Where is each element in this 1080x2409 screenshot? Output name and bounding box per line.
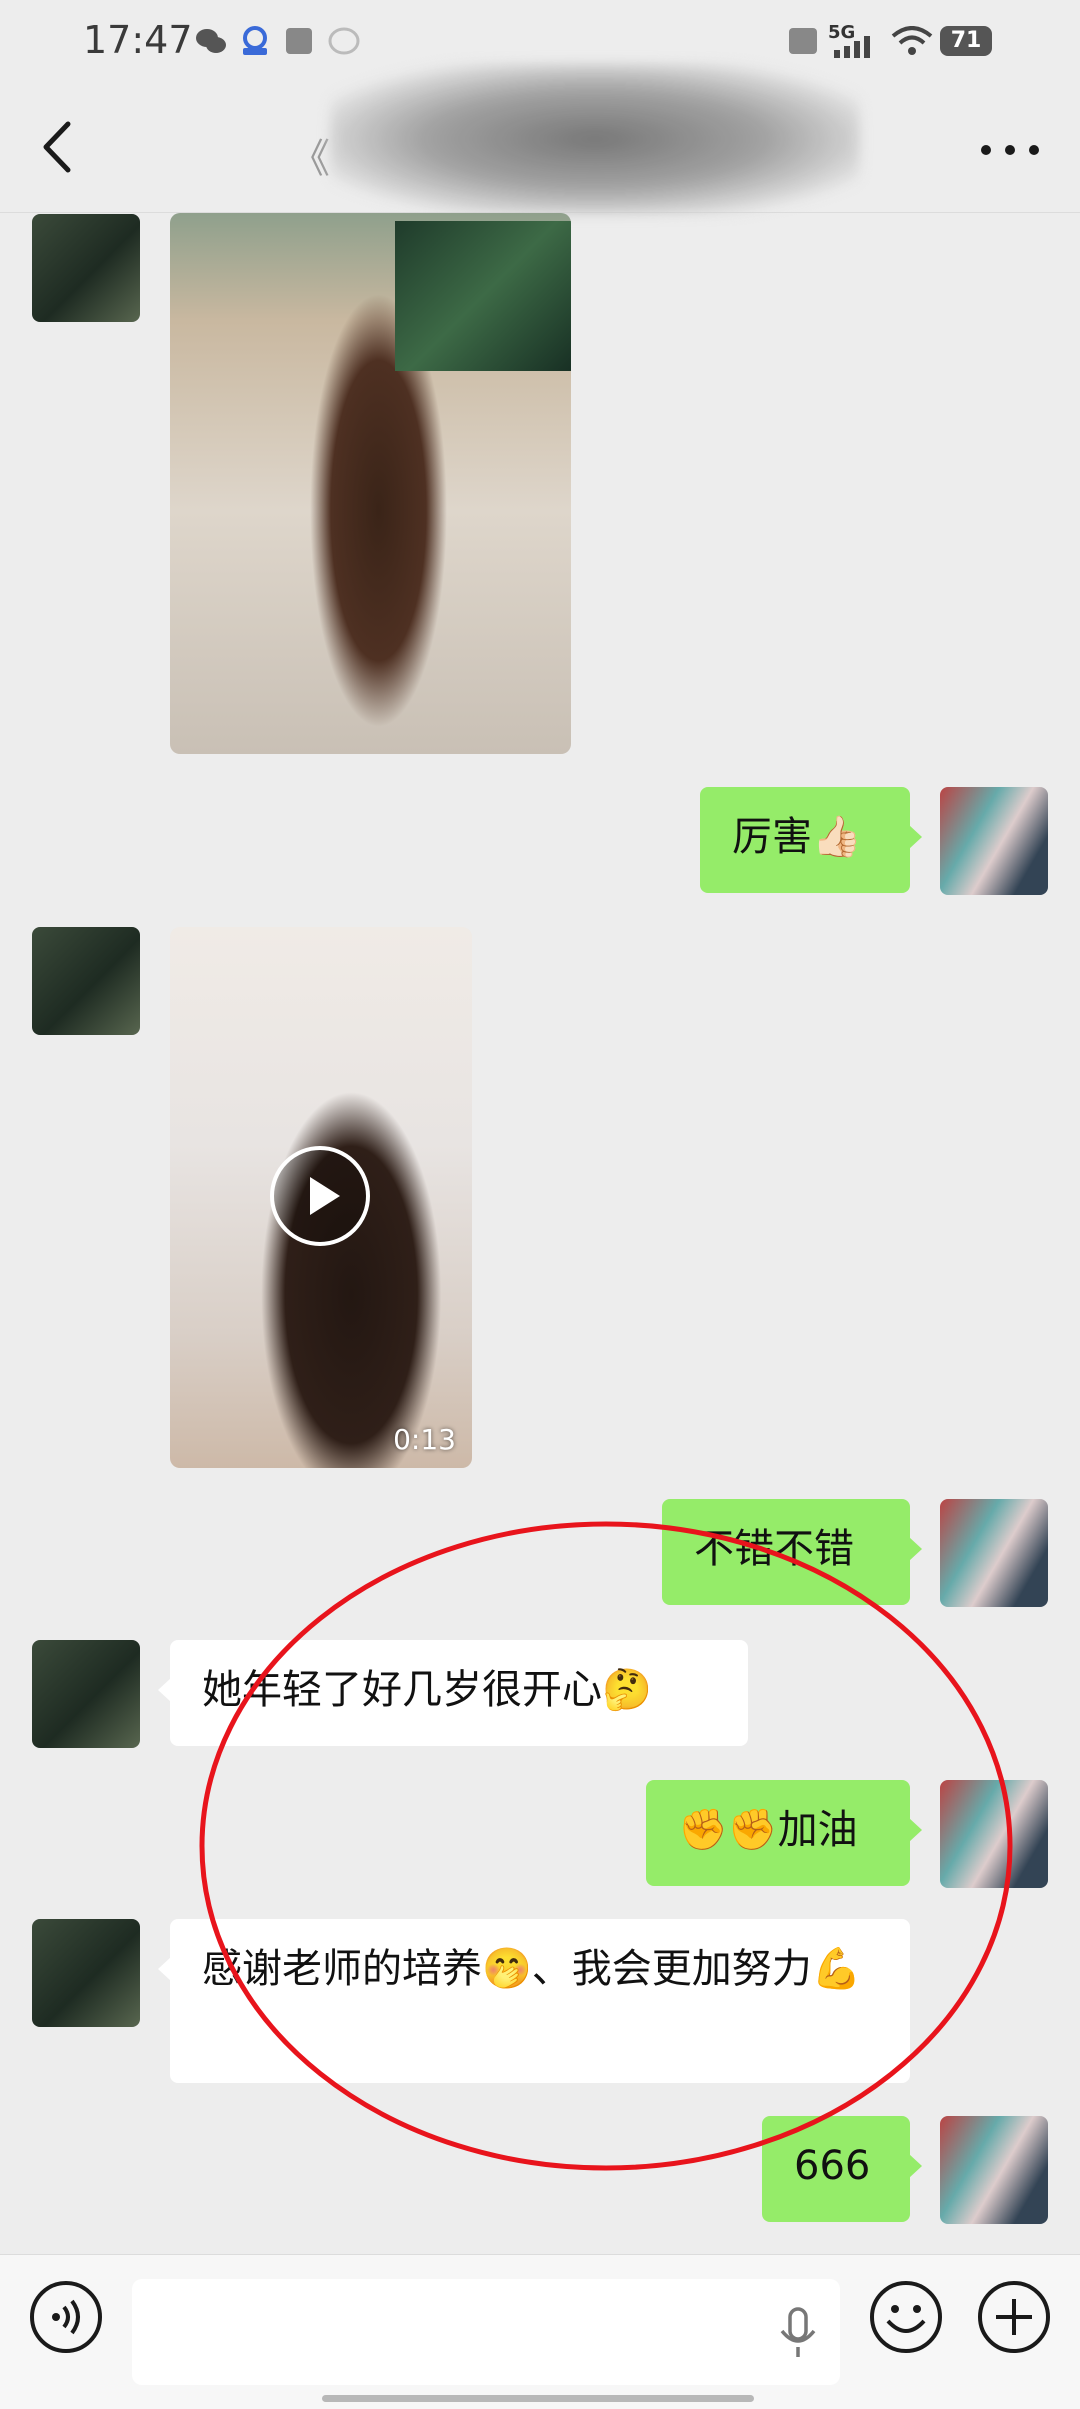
emoji-icon[interactable]	[868, 2279, 944, 2355]
status-time: 17:47	[83, 18, 193, 62]
signal-icon	[834, 36, 870, 58]
home-indicator[interactable]	[322, 2395, 754, 2402]
chat-title: 《	[290, 136, 330, 182]
outgoing-message-bubble[interactable]: ✊✊加油	[646, 1780, 922, 1886]
outgoing-message-bubble[interactable]: 666	[762, 2116, 922, 2222]
user-avatar[interactable]	[940, 1499, 1048, 1607]
contact-avatar[interactable]	[32, 1640, 140, 1748]
battery-level: 71	[950, 28, 982, 53]
message-text: 厉害👍🏻	[732, 814, 862, 860]
message-text: ✊✊加油	[678, 1807, 858, 1853]
contact-avatar[interactable]	[32, 214, 140, 322]
wifi-icon	[891, 26, 933, 55]
video-duration: 0:13	[393, 1423, 456, 1456]
more-options-icon[interactable]	[970, 120, 1050, 180]
user-avatar[interactable]	[940, 787, 1048, 895]
chat-header: 《	[0, 64, 1080, 214]
contact-avatar[interactable]	[32, 927, 140, 1035]
message-text: 她年轻了好几岁很开心🤔	[202, 1667, 652, 1713]
outgoing-message-bubble[interactable]: 厉害👍🏻	[700, 787, 922, 893]
battery-icon: 71	[940, 26, 992, 56]
wechat-notification-icon	[196, 29, 226, 53]
chat-input-bar	[0, 2254, 1080, 2409]
message-text: 666	[794, 2143, 871, 2189]
message-input[interactable]	[132, 2279, 840, 2385]
redacted-title-blur	[330, 64, 860, 214]
message-text: 不错不错	[694, 1526, 854, 1572]
app-notification-icon	[243, 26, 267, 55]
video-message[interactable]: 0:13	[170, 927, 472, 1468]
incoming-message-bubble[interactable]: 她年轻了好几岁很开心🤔	[158, 1640, 748, 1746]
back-arrow-icon[interactable]	[30, 112, 90, 182]
incoming-message-bubble[interactable]: 感谢老师的培养🤭、我会更加努力💪	[158, 1919, 910, 2083]
message-text: 感谢老师的培养🤭、我会更加努力💪	[202, 1946, 862, 1992]
user-avatar[interactable]	[940, 2116, 1048, 2224]
gallery-notification-icon	[286, 28, 312, 54]
voice-mode-icon[interactable]	[28, 2279, 104, 2355]
plus-icon[interactable]	[976, 2279, 1052, 2355]
app2-notification-icon	[328, 27, 360, 55]
image-content	[395, 221, 571, 371]
outgoing-message-bubble[interactable]: 不错不错	[662, 1499, 922, 1605]
image-message[interactable]	[170, 213, 571, 754]
user-avatar[interactable]	[940, 1780, 1048, 1888]
microphone-icon[interactable]	[776, 2307, 820, 2359]
hd-icon	[789, 28, 817, 54]
play-icon[interactable]	[268, 1144, 372, 1248]
contact-avatar[interactable]	[32, 1919, 140, 2027]
